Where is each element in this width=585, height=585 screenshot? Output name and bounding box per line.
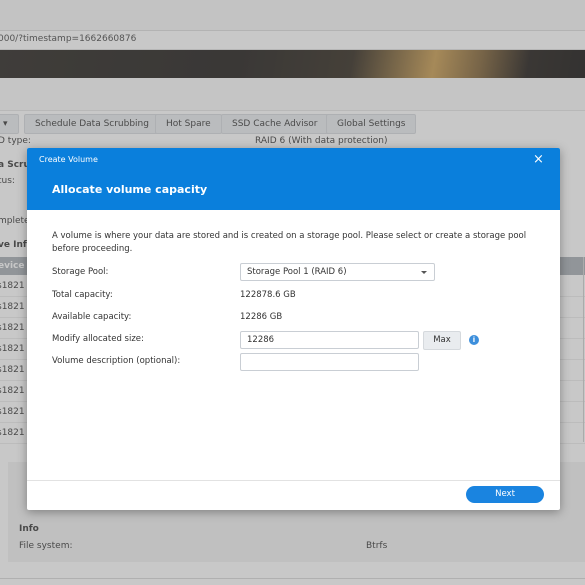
- storage-pool-label: Storage Pool:: [52, 267, 109, 277]
- allocated-size-input[interactable]: 12286: [240, 331, 419, 349]
- volume-description-label: Volume description (optional):: [52, 356, 181, 366]
- dialog-header: [27, 148, 560, 210]
- total-capacity-value: 122878.6 GB: [240, 290, 296, 300]
- chevron-down-icon: [421, 271, 427, 274]
- info-icon[interactable]: i: [469, 335, 479, 345]
- next-button[interactable]: Next: [466, 486, 544, 503]
- allocated-size-value: 12286: [247, 335, 275, 345]
- dialog-step-title: Allocate volume capacity: [52, 183, 208, 196]
- storage-pool-select[interactable]: Storage Pool 1 (RAID 6): [240, 263, 435, 281]
- storage-pool-selected: Storage Pool 1 (RAID 6): [247, 267, 347, 277]
- allocated-size-label: Modify allocated size:: [52, 334, 144, 344]
- create-volume-dialog: Create Volume × Allocate volume capacity…: [27, 148, 560, 510]
- available-capacity-label: Available capacity:: [52, 312, 132, 322]
- available-capacity-value: 12286 GB: [240, 312, 283, 322]
- dialog-window-title: Create Volume: [39, 155, 98, 164]
- total-capacity-label: Total capacity:: [52, 290, 113, 300]
- volume-description-input[interactable]: [240, 353, 419, 371]
- max-button[interactable]: Max: [423, 331, 461, 350]
- close-icon[interactable]: ×: [533, 152, 544, 167]
- dialog-footer-divider: [27, 480, 560, 481]
- dialog-description: A volume is where your data are stored a…: [52, 231, 527, 254]
